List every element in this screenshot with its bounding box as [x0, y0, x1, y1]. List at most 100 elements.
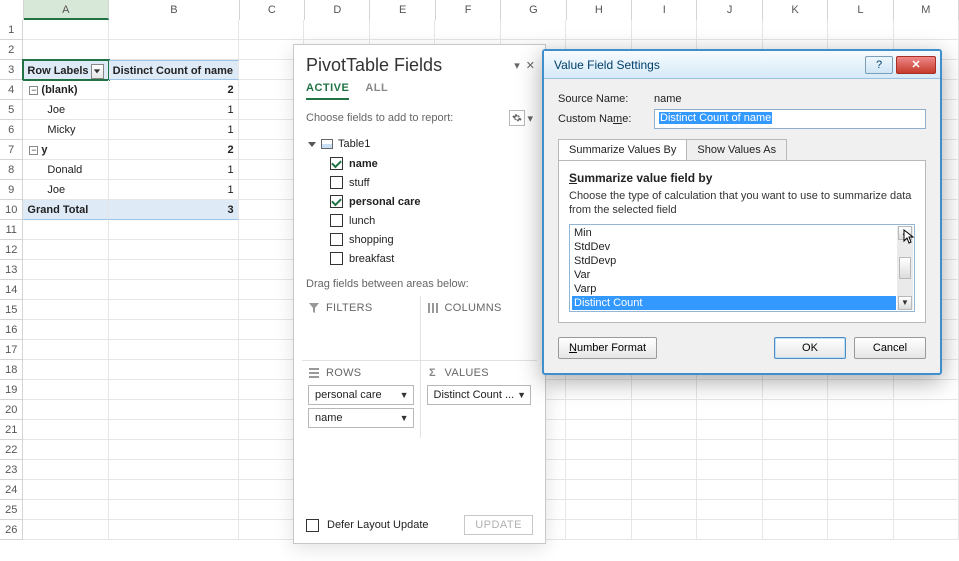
cell[interactable] [23, 500, 108, 520]
row-header[interactable]: 22 [0, 440, 23, 460]
cell[interactable] [632, 460, 697, 480]
number-format-button[interactable]: Number Format [558, 337, 657, 359]
cell[interactable] [763, 460, 828, 480]
cell[interactable] [828, 400, 893, 420]
cell[interactable] [566, 460, 631, 480]
column-header[interactable]: G [501, 0, 566, 20]
tab-all[interactable]: ALL [365, 78, 388, 100]
cell[interactable] [632, 20, 697, 40]
help-button[interactable]: ? [865, 56, 893, 74]
area-columns[interactable]: COLUMNS [420, 296, 538, 360]
field-checkbox[interactable] [330, 252, 343, 265]
field-item[interactable]: shopping [308, 230, 539, 249]
cell[interactable]: Row Labels [23, 60, 108, 80]
cell[interactable]: −y [23, 140, 108, 160]
cell[interactable] [109, 420, 239, 440]
cell[interactable] [828, 440, 893, 460]
scroll-down-button[interactable]: ▼ [898, 296, 912, 310]
cell[interactable] [566, 20, 631, 40]
cell[interactable] [23, 460, 108, 480]
tab-show-values-as[interactable]: Show Values As [686, 139, 787, 160]
column-header[interactable]: J [697, 0, 762, 20]
close-button[interactable]: ✕ [896, 56, 936, 74]
dialog-titlebar[interactable]: Value Field Settings ? ✕ [544, 51, 940, 79]
cell[interactable] [23, 40, 108, 60]
cell[interactable] [697, 400, 762, 420]
area-filters[interactable]: FILTERS [302, 296, 420, 360]
column-header[interactable]: K [763, 0, 828, 20]
cell[interactable] [23, 400, 108, 420]
scroll-up-button[interactable]: ▲ [898, 226, 912, 240]
row-header[interactable]: 6 [0, 120, 23, 140]
cell[interactable] [23, 320, 108, 340]
cell[interactable] [109, 220, 239, 240]
row-header[interactable]: 7 [0, 140, 23, 160]
cell[interactable]: Grand Total [23, 200, 108, 220]
row-header[interactable]: 20 [0, 400, 23, 420]
column-header[interactable]: C [240, 0, 305, 20]
column-header[interactable]: B [109, 0, 240, 20]
row-header[interactable]: 13 [0, 260, 23, 280]
ok-button[interactable]: OK [774, 337, 846, 359]
row-header[interactable]: 10 [0, 200, 23, 220]
field-item[interactable]: stuff [308, 173, 539, 192]
cell[interactable] [632, 380, 697, 400]
defer-checkbox[interactable] [306, 519, 319, 532]
row-header[interactable]: 12 [0, 240, 23, 260]
cell[interactable] [697, 500, 762, 520]
cell[interactable] [23, 260, 108, 280]
cell[interactable] [697, 20, 762, 40]
field-item[interactable]: name [308, 154, 539, 173]
field-checkbox[interactable] [330, 233, 343, 246]
gear-icon[interactable] [509, 110, 525, 126]
cell[interactable] [632, 400, 697, 420]
cell[interactable] [566, 380, 631, 400]
update-button[interactable]: UPDATE [464, 515, 533, 535]
cell[interactable] [632, 440, 697, 460]
row-header[interactable]: 1 [0, 20, 23, 40]
cell[interactable] [109, 340, 239, 360]
field-checkbox[interactable] [330, 176, 343, 189]
column-header[interactable]: E [370, 0, 435, 20]
area-pill[interactable]: personal care▼ [308, 385, 414, 405]
cell[interactable]: 1 [109, 180, 239, 200]
cell[interactable] [894, 520, 959, 540]
cell[interactable] [23, 20, 108, 40]
cell[interactable] [697, 380, 762, 400]
cell[interactable] [109, 240, 239, 260]
cell[interactable] [109, 300, 239, 320]
row-header[interactable]: 21 [0, 420, 23, 440]
column-header[interactable]: D [305, 0, 370, 20]
column-header[interactable]: M [894, 0, 959, 20]
cell[interactable] [239, 20, 304, 40]
cell[interactable] [894, 400, 959, 420]
cell[interactable] [109, 40, 239, 60]
cell[interactable] [23, 360, 108, 380]
cell[interactable] [566, 500, 631, 520]
cell[interactable] [109, 460, 239, 480]
list-item[interactable]: StdDevp [572, 254, 896, 268]
row-header[interactable]: 24 [0, 480, 23, 500]
cancel-button[interactable]: Cancel [854, 337, 926, 359]
cell[interactable] [763, 500, 828, 520]
cell[interactable] [763, 380, 828, 400]
column-header[interactable]: F [436, 0, 501, 20]
cell[interactable] [23, 380, 108, 400]
column-header[interactable]: L [828, 0, 893, 20]
row-header[interactable]: 8 [0, 160, 23, 180]
cell[interactable] [828, 20, 893, 40]
area-pill[interactable]: name▼ [308, 408, 414, 428]
field-item[interactable]: lunch [308, 211, 539, 230]
area-values[interactable]: ΣVALUES Distinct Count ...▼ [420, 360, 538, 438]
cell[interactable]: Micky [23, 120, 108, 140]
row-header[interactable]: 3 [0, 60, 23, 80]
scroll-thumb[interactable] [899, 257, 911, 279]
cell[interactable] [828, 500, 893, 520]
cell[interactable] [304, 20, 369, 40]
cell[interactable] [23, 520, 108, 540]
close-icon[interactable]: ✕ [526, 59, 535, 72]
cell[interactable] [109, 320, 239, 340]
row-header[interactable]: 17 [0, 340, 23, 360]
cell[interactable] [828, 480, 893, 500]
cell[interactable] [23, 420, 108, 440]
